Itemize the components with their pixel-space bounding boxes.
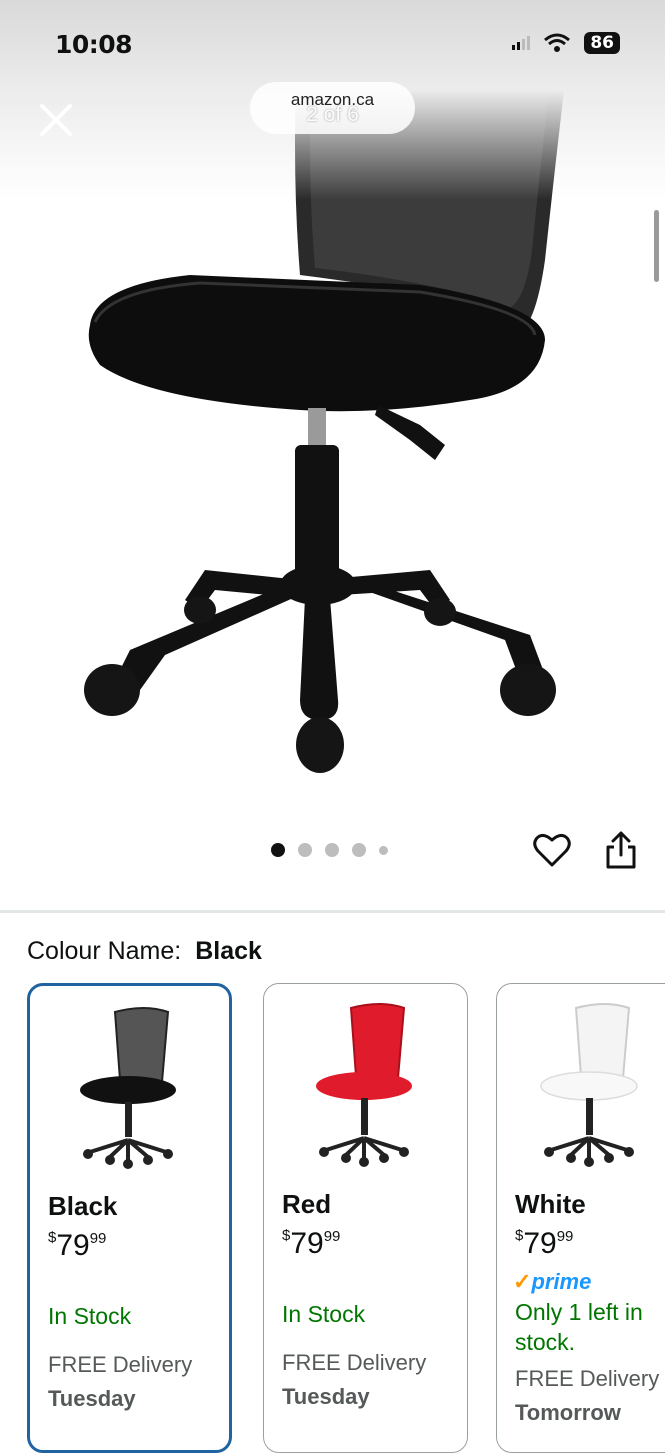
- scrollbar[interactable]: [654, 210, 659, 282]
- variant-card-black[interactable]: Black $7999 In Stock FREE Delivery Tuesda…: [27, 983, 232, 1453]
- variant-stock: Only 1 left in stock.: [515, 1299, 643, 1355]
- variant-thumbnail: [264, 1000, 467, 1170]
- battery-indicator: 86: [584, 32, 620, 54]
- variant-delivery: FREE Delivery Tuesday: [48, 1352, 193, 1411]
- variant-thumbnail: [497, 1000, 665, 1170]
- variant-price: $7999: [515, 1227, 574, 1260]
- variant-delivery: FREE Delivery Tomorrow: [515, 1366, 660, 1425]
- pagination-dot[interactable]: [271, 843, 285, 857]
- gallery-pagination[interactable]: [271, 843, 388, 857]
- variant-stock: In Stock: [282, 1301, 366, 1327]
- pagination-dot[interactable]: [298, 843, 312, 857]
- colour-value: Black: [195, 937, 262, 965]
- status-icons: 86: [512, 32, 620, 54]
- signal-icon: [512, 36, 531, 50]
- add-to-list-button[interactable]: [532, 830, 572, 870]
- variant-price: $7999: [48, 1229, 107, 1262]
- pagination-dot[interactable]: [379, 845, 388, 855]
- heart-icon: [533, 833, 571, 867]
- variant-name: Red: [282, 1189, 332, 1219]
- pagination-dot[interactable]: [325, 843, 339, 857]
- status-time: 10:08: [55, 30, 133, 59]
- colour-name-row: Colour Name: Black: [27, 937, 262, 966]
- variant-name: Black: [48, 1191, 118, 1221]
- colour-label: Colour Name:: [27, 937, 182, 965]
- share-button[interactable]: [603, 830, 639, 870]
- variant-name: White: [515, 1189, 586, 1219]
- section-divider: [0, 910, 665, 913]
- pagination-dot[interactable]: [352, 843, 366, 857]
- close-button[interactable]: [36, 100, 76, 140]
- prime-badge: ✓prime: [513, 1269, 592, 1294]
- wifi-icon: [544, 33, 571, 52]
- variant-card-white[interactable]: White $7999 ✓prime Only 1 left in stock.…: [496, 983, 665, 1453]
- variant-card-red[interactable]: Red $7999 In Stock FREE Delivery Tuesday: [263, 983, 468, 1453]
- variant-stock: In Stock: [48, 1303, 132, 1329]
- variant-thumbnail: [30, 1002, 229, 1172]
- variant-delivery: FREE Delivery Tuesday: [282, 1350, 427, 1409]
- url-pill[interactable]: amazon.ca 2 of 6: [250, 82, 415, 134]
- image-counter: 2 of 6: [306, 103, 359, 126]
- variant-price: $7999: [282, 1227, 341, 1260]
- share-icon: [606, 831, 636, 869]
- close-icon: [40, 104, 72, 136]
